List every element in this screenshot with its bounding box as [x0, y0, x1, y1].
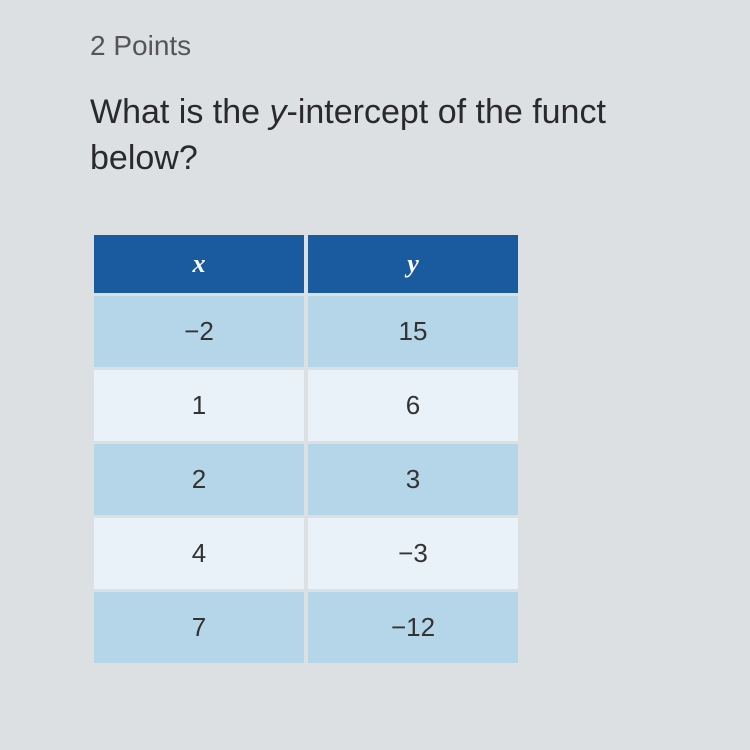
question-line2: below? [90, 139, 198, 177]
table-row: 4 −3 [94, 518, 518, 589]
data-table: x y −2 15 1 6 2 3 4 −3 7 −12 [90, 232, 522, 666]
cell-x: 1 [94, 370, 304, 441]
cell-x: 2 [94, 444, 304, 515]
cell-y: −3 [308, 518, 518, 589]
points-label: 2 Points [90, 30, 750, 62]
table-header-row: x y [94, 235, 518, 293]
question-text: What is the y-intercept of the funct bel… [90, 90, 750, 182]
cell-x: −2 [94, 296, 304, 367]
table-row: 1 6 [94, 370, 518, 441]
cell-y: 6 [308, 370, 518, 441]
cell-y: 15 [308, 296, 518, 367]
header-x: x [94, 235, 304, 293]
cell-y: −12 [308, 592, 518, 663]
question-italic-y: y [270, 93, 287, 131]
table-row: 7 −12 [94, 592, 518, 663]
header-y: y [308, 235, 518, 293]
table-row: 2 3 [94, 444, 518, 515]
cell-y: 3 [308, 444, 518, 515]
question-middle: -intercept of the funct [287, 93, 606, 131]
cell-x: 7 [94, 592, 304, 663]
table-row: −2 15 [94, 296, 518, 367]
cell-x: 4 [94, 518, 304, 589]
question-prefix: What is the [90, 93, 270, 131]
